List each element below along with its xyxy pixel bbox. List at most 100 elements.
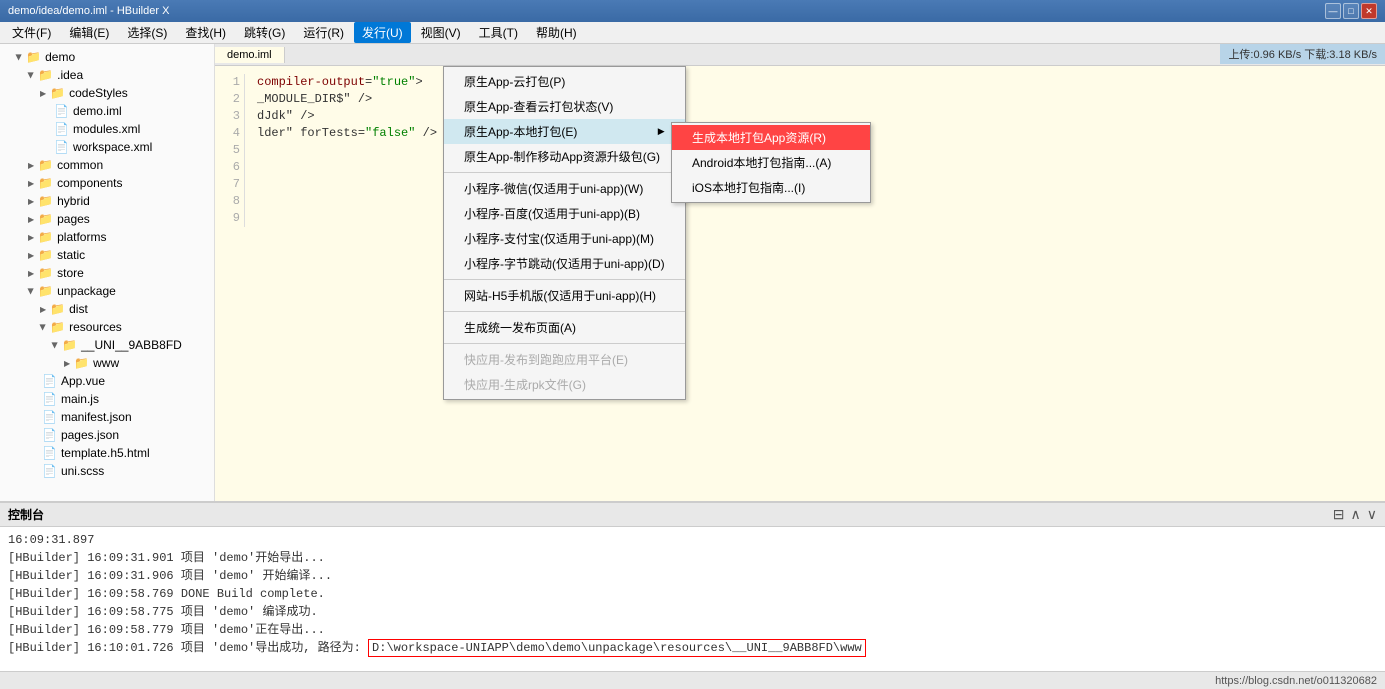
- folder-icon: 📁: [38, 284, 53, 298]
- console-line-6: [HBuilder] 16:10:01.726 项目 'demo'导出成功, 路…: [8, 639, 1377, 657]
- console-timestamp: 16:09:31.897: [8, 531, 1377, 549]
- console-path-link[interactable]: D:\workspace-UNIAPP\demo\demo\unpackage\…: [368, 639, 866, 657]
- sidebar-item-label: codeStyles: [69, 86, 128, 100]
- sidebar-item-common[interactable]: ▶ 📁 common: [0, 156, 214, 174]
- sidebar-item-uni9abb[interactable]: ▶ 📁 __UNI__9ABB8FD: [0, 336, 214, 354]
- sidebar-item-label: workspace.xml: [73, 140, 152, 154]
- file-icon: 📄: [42, 464, 57, 478]
- menu-help[interactable]: 帮助(H): [528, 22, 585, 43]
- sidebar-item-idea[interactable]: ▶ 📁 .idea: [0, 66, 214, 84]
- folder-icon: 📁: [38, 266, 53, 280]
- menu-edit[interactable]: 编辑(E): [61, 22, 117, 43]
- sidebar-item-label: store: [57, 266, 84, 280]
- line-numbers: 1234 56789: [215, 74, 245, 227]
- sidebar-item-store[interactable]: ▶ 📁 store: [0, 264, 214, 282]
- sidebar-item-app-vue[interactable]: 📄 App.vue: [0, 372, 214, 390]
- dd-h5[interactable]: 网站-H5手机版(仅适用于uni-app)(H): [444, 283, 685, 308]
- folder-icon: 📁: [38, 212, 53, 226]
- console-header: 控制台 ⊟ ∧ ∨: [0, 503, 1385, 527]
- dd-android-guide[interactable]: Android本地打包指南...(A): [672, 150, 870, 175]
- sidebar-item-demo-iml[interactable]: 📄 demo.iml: [0, 102, 214, 120]
- sidebar-item-main-js[interactable]: 📄 main.js: [0, 390, 214, 408]
- dd-ios-guide[interactable]: iOS本地打包指南...(I): [672, 175, 870, 200]
- sidebar-item-manifest-json[interactable]: 📄 manifest.json: [0, 408, 214, 426]
- console-line-4: [HBuilder] 16:09:58.775 项目 'demo' 编译成功.: [8, 603, 1377, 621]
- dd-gen-resources[interactable]: 生成本地打包App资源(R): [672, 125, 870, 150]
- sidebar-item-pages[interactable]: ▶ 📁 pages: [0, 210, 214, 228]
- sidebar-item-label: modules.xml: [73, 122, 140, 136]
- dd-mp-weixin[interactable]: 小程序-微信(仅适用于uni-app)(W): [444, 176, 685, 201]
- menu-find[interactable]: 查找(H): [177, 22, 234, 43]
- dd-native-cloud-status[interactable]: 原生App-查看云打包状态(V): [444, 94, 685, 119]
- file-icon: 📄: [42, 410, 57, 424]
- sidebar-item-resources[interactable]: ▶ 📁 resources: [0, 318, 214, 336]
- sidebar-item-unpackage[interactable]: ▶ 📁 unpackage: [0, 282, 214, 300]
- sidebar-item-modules-xml[interactable]: 📄 modules.xml: [0, 120, 214, 138]
- sidebar-item-workspace-xml[interactable]: 📄 workspace.xml: [0, 138, 214, 156]
- bottom-status-url: https://blog.csdn.net/o011320682: [1215, 675, 1377, 687]
- file-icon: 📄: [42, 428, 57, 442]
- folder-arrow-icon: ▶: [27, 72, 36, 78]
- sidebar-item-platforms[interactable]: ▶ 📁 platforms: [0, 228, 214, 246]
- folder-icon: 📁: [38, 230, 53, 244]
- sidebar-item-label: App.vue: [61, 374, 105, 388]
- sidebar-item-static[interactable]: ▶ 📁 static: [0, 246, 214, 264]
- console-up-button[interactable]: ∧: [1351, 506, 1361, 523]
- sidebar-item-label: .idea: [57, 68, 83, 82]
- folder-icon: 📁: [74, 356, 89, 370]
- title-bar: demo/idea/demo.iml - HBuilder X — □ ✕: [0, 0, 1385, 22]
- sidebar-item-hybrid[interactable]: ▶ 📁 hybrid: [0, 192, 214, 210]
- folder-arrow-icon: ▶: [40, 305, 46, 314]
- folder-arrow-icon: ▶: [28, 179, 34, 188]
- menu-separator-3: [444, 311, 685, 312]
- dd-native-cloud[interactable]: 原生App-云打包(P): [444, 69, 685, 94]
- minimize-button[interactable]: —: [1325, 3, 1341, 19]
- menu-view[interactable]: 视图(V): [413, 22, 469, 43]
- sidebar-item-label: template.h5.html: [61, 446, 150, 460]
- dd-gen-page[interactable]: 生成统一发布页面(A): [444, 315, 685, 340]
- folder-arrow-icon: ▶: [28, 251, 34, 260]
- dd-mp-baidu[interactable]: 小程序-百度(仅适用于uni-app)(B): [444, 201, 685, 226]
- menu-run[interactable]: 运行(R): [295, 22, 352, 43]
- sidebar-item-uni-scss[interactable]: 📄 uni.scss: [0, 462, 214, 480]
- menu-tools[interactable]: 工具(T): [471, 22, 526, 43]
- menu-file[interactable]: 文件(F): [4, 22, 59, 43]
- console-open-folder-button[interactable]: ⊟: [1333, 506, 1345, 523]
- title-bar-title: demo/idea/demo.iml - HBuilder X: [8, 5, 169, 17]
- sidebar-item-label: www: [93, 356, 119, 370]
- sidebar-item-label: unpackage: [57, 284, 116, 298]
- sidebar-item-codestyles[interactable]: ▶ 📁 codeStyles: [0, 84, 214, 102]
- console-down-button[interactable]: ∨: [1367, 506, 1377, 523]
- sidebar-item-demo[interactable]: ▶ 📁 demo: [0, 48, 214, 66]
- sidebar-item-label: main.js: [61, 392, 99, 406]
- folder-icon: 📁: [38, 68, 53, 82]
- file-icon: 📄: [42, 446, 57, 460]
- bottom-status: https://blog.csdn.net/o011320682: [0, 671, 1385, 689]
- sidebar-item-label: manifest.json: [61, 410, 132, 424]
- local-package-submenu: 生成本地打包App资源(R) Android本地打包指南...(A) iOS本地…: [671, 122, 871, 203]
- menu-jump[interactable]: 跳转(G): [236, 22, 293, 43]
- submenu-arrow-icon: ▶: [658, 126, 665, 137]
- sidebar-item-components[interactable]: ▶ 📁 components: [0, 174, 214, 192]
- dd-native-update[interactable]: 原生App-制作移动App资源升级包(G): [444, 144, 685, 169]
- publish-dropdown: 原生App-云打包(P) 原生App-查看云打包状态(V) 原生App-本地打包…: [443, 66, 686, 400]
- menu-select[interactable]: 选择(S): [119, 22, 175, 43]
- dd-mp-toutiao[interactable]: 小程序-字节跳动(仅适用于uni-app)(D): [444, 251, 685, 276]
- editor-tab-demo-iml[interactable]: demo.iml: [215, 47, 285, 63]
- dd-mp-alipay[interactable]: 小程序-支付宝(仅适用于uni-app)(M): [444, 226, 685, 251]
- menu-publish[interactable]: 发行(U): [354, 22, 411, 43]
- sidebar-item-dist[interactable]: ▶ 📁 dist: [0, 300, 214, 318]
- close-button[interactable]: ✕: [1361, 3, 1377, 19]
- sidebar-item-label: __UNI__9ABB8FD: [81, 338, 182, 352]
- menu-separator: [444, 172, 685, 173]
- maximize-button[interactable]: □: [1343, 3, 1359, 19]
- dd-native-local[interactable]: 原生App-本地打包(E) ▶: [444, 119, 685, 144]
- sidebar-item-www[interactable]: ▶ 📁 www: [0, 354, 214, 372]
- status-top: 上传:0.96 KB/s 下载:3.18 KB/s: [1220, 44, 1385, 64]
- sidebar-item-template-h5[interactable]: 📄 template.h5.html: [0, 444, 214, 462]
- sidebar-item-pages-json[interactable]: 📄 pages.json: [0, 426, 214, 444]
- dd-quick-rpk: 快应用-生成rpk文件(G): [444, 372, 685, 397]
- folder-arrow-icon: ▶: [28, 215, 34, 224]
- console-line-5: [HBuilder] 16:09:58.779 项目 'demo'正在导出...: [8, 621, 1377, 639]
- sidebar-item-label: common: [57, 158, 103, 172]
